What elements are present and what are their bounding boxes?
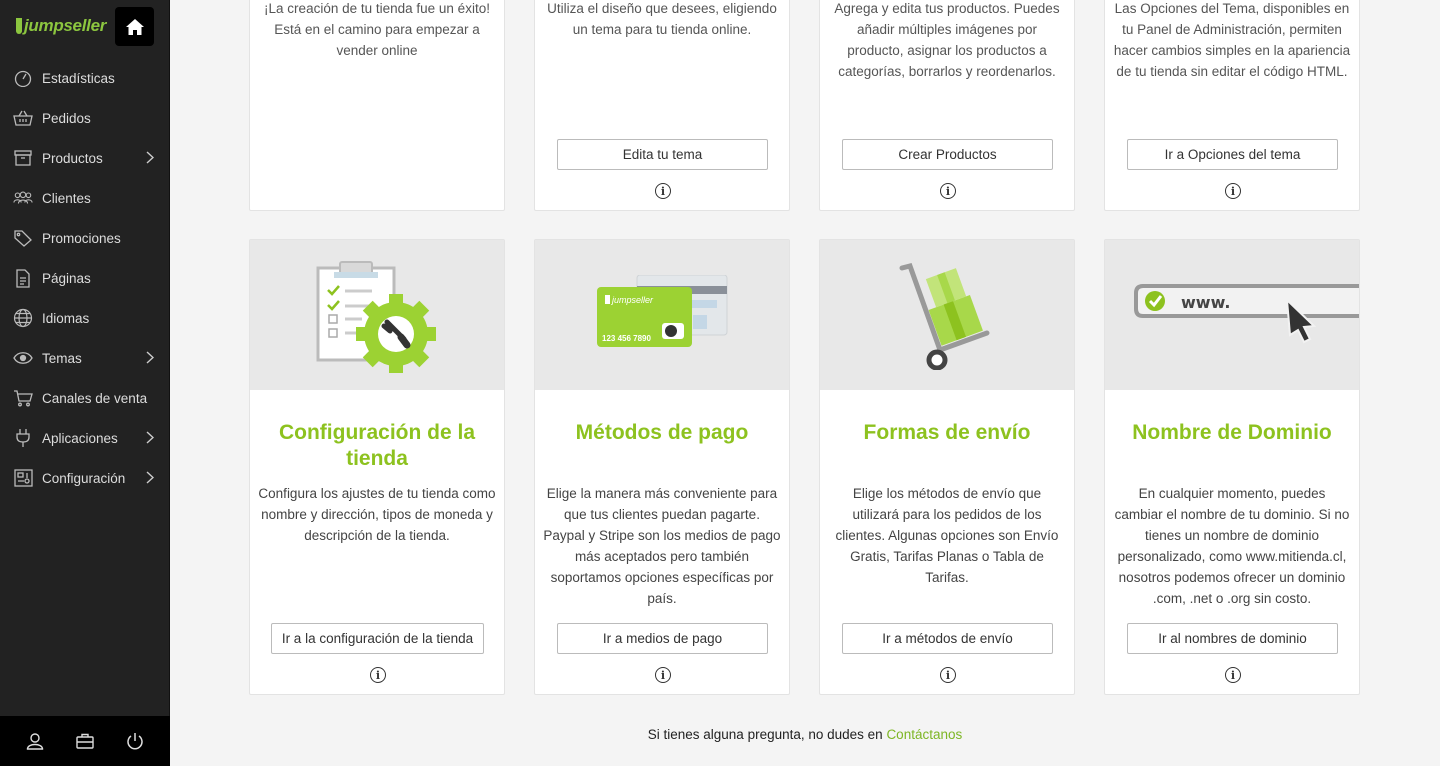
url-bar-illustration: www. (1134, 284, 1359, 344)
card-shipping-methods: Formas de envío Elige los métodos de env… (819, 239, 1075, 695)
users-icon (13, 188, 33, 208)
info-icon[interactable]: i (940, 667, 956, 683)
card-description: Elige los métodos de envío que utilizará… (835, 486, 1059, 585)
sidebar-item-label: Productos (42, 150, 103, 166)
user-icon[interactable] (26, 732, 44, 750)
sidebar-item-label: Páginas (42, 270, 91, 286)
card-description: Las Opciones del Tema, disponibles en tu… (1113, 1, 1351, 79)
sidebar-bottom-bar (0, 716, 170, 766)
footer-text: Si tienes alguna pregunta, no dudes en (647, 727, 887, 742)
card-title: Nombre de Dominio (1132, 421, 1332, 444)
chevron-right-icon (146, 471, 155, 487)
page-icon (13, 268, 33, 288)
settings-panel-icon (13, 468, 33, 488)
card-description: Utiliza el diseño que desees, eligiendo … (547, 1, 777, 37)
power-icon[interactable] (126, 732, 144, 750)
info-icon[interactable]: i (940, 183, 956, 199)
globe-icon (13, 308, 33, 328)
sidebar-item-label: Estadísticas (42, 70, 115, 86)
sidebar-item-productos[interactable]: Productos (0, 138, 169, 178)
basket-icon (13, 108, 33, 128)
logo-text: jumpseller (24, 16, 107, 35)
card-description: Configura los ajustes de tu tienda como … (258, 486, 496, 543)
sidebar-item-label: Promociones (42, 230, 121, 246)
card-image: jumpseller 123 456 7890 (535, 240, 789, 390)
info-icon[interactable]: i (655, 667, 671, 683)
sidebar-item-label: Pedidos (42, 110, 91, 126)
card-title: Formas de envío (863, 421, 1031, 444)
chevron-right-icon (146, 431, 155, 447)
card-description: Agrega y edita tus productos. Puedes aña… (834, 1, 1060, 79)
card-domain-name: www. Nombre de Dominio En cualquier mome… (1104, 239, 1360, 695)
sidebar-item-label: Configuración (42, 470, 126, 486)
footer: Si tienes alguna pregunta, no dudes en C… (170, 727, 1440, 742)
shipping-methods-button[interactable]: Ir a métodos de envío (842, 623, 1053, 654)
sidebar-item-label: Clientes (42, 190, 91, 206)
sidebar-item-promociones[interactable]: Promociones (0, 218, 169, 258)
sidebar-item-clientes[interactable]: Clientes (0, 178, 169, 218)
sidebar-item-temas[interactable]: Temas (0, 338, 169, 378)
info-icon[interactable]: i (370, 667, 386, 683)
card-store-created: ¡La creación de tu tienda fue un éxito! … (249, 0, 505, 211)
home-icon (125, 18, 144, 35)
card-title: Configuración de la tienda (278, 421, 475, 470)
sidebar-nav: Estadísticas Pedidos Productos Clientes … (0, 58, 169, 498)
store-config-button[interactable]: Ir a la configuración de la tienda (271, 623, 484, 654)
sidebar-item-label: Canales de venta (42, 390, 148, 406)
credit-card-illustration: jumpseller 123 456 7890 (597, 275, 728, 347)
chevron-right-icon (146, 151, 155, 167)
card-image (820, 240, 1074, 390)
card-theme-options: Las Opciones del Tema, disponibles en tu… (1104, 0, 1360, 211)
sidebar-item-canales-de-venta[interactable]: Canales de venta (0, 378, 169, 418)
sidebar-item-label: Idiomas (42, 310, 90, 326)
card-image (250, 240, 504, 390)
card-products: Agrega y edita tus productos. Puedes aña… (819, 0, 1075, 211)
card-title: Métodos de pago (575, 421, 749, 444)
card-description: Elige la manera más conveniente para que… (543, 486, 781, 606)
create-products-button[interactable]: Crear Productos (842, 139, 1053, 170)
card-description: ¡La creación de tu tienda fue un éxito! … (264, 1, 490, 58)
sidebar-item-estadisticas[interactable]: Estadísticas (0, 58, 169, 98)
gauge-icon (13, 68, 33, 88)
card-number-text: 123 456 7890 (602, 334, 651, 343)
tag-icon (13, 228, 33, 248)
info-icon[interactable]: i (655, 183, 671, 199)
domain-name-button[interactable]: Ir al nombres de dominio (1127, 623, 1338, 654)
logo-row: jumpseller (0, 0, 169, 55)
plug-icon (13, 428, 33, 448)
hand-truck-illustration (899, 263, 990, 370)
url-text: www. (1181, 293, 1230, 312)
sidebar-item-label: Aplicaciones (42, 430, 118, 446)
cart-icon (13, 388, 33, 408)
info-icon[interactable]: i (1225, 183, 1241, 199)
logo-mark (16, 18, 22, 34)
eye-icon (13, 348, 33, 368)
briefcase-icon[interactable] (76, 733, 94, 749)
card-brand-text: jumpseller (611, 295, 654, 305)
sidebar: jumpseller Estadísticas Pedidos Producto… (0, 0, 170, 766)
home-button[interactable] (115, 7, 154, 46)
sidebar-item-paginas[interactable]: Páginas (0, 258, 169, 298)
theme-options-button[interactable]: Ir a Opciones del tema (1127, 139, 1338, 170)
card-theme: Utiliza el diseño que desees, eligiendo … (534, 0, 790, 211)
box-icon (13, 148, 33, 168)
edit-theme-button[interactable]: Edita tu tema (557, 139, 768, 170)
card-store-config: Configuración de la tienda Configura los… (249, 239, 505, 695)
sidebar-item-label: Temas (42, 350, 82, 366)
card-image: www. (1105, 240, 1359, 390)
contact-link[interactable]: Contáctanos (886, 727, 962, 742)
sidebar-item-configuracion[interactable]: Configuración (0, 458, 169, 498)
sidebar-item-aplicaciones[interactable]: Aplicaciones (0, 418, 169, 458)
info-icon[interactable]: i (1225, 667, 1241, 683)
sidebar-item-idiomas[interactable]: Idiomas (0, 298, 169, 338)
clipboard-gear-illustration (316, 260, 436, 373)
card-payment-methods: jumpseller 123 456 7890 Métodos de pago … (534, 239, 790, 695)
payment-methods-button[interactable]: Ir a medios de pago (557, 623, 768, 654)
jumpseller-logo[interactable]: jumpseller (16, 16, 106, 36)
sidebar-item-pedidos[interactable]: Pedidos (0, 98, 169, 138)
chevron-right-icon (146, 351, 155, 367)
card-description: En cualquier momento, puedes cambiar el … (1114, 486, 1350, 606)
